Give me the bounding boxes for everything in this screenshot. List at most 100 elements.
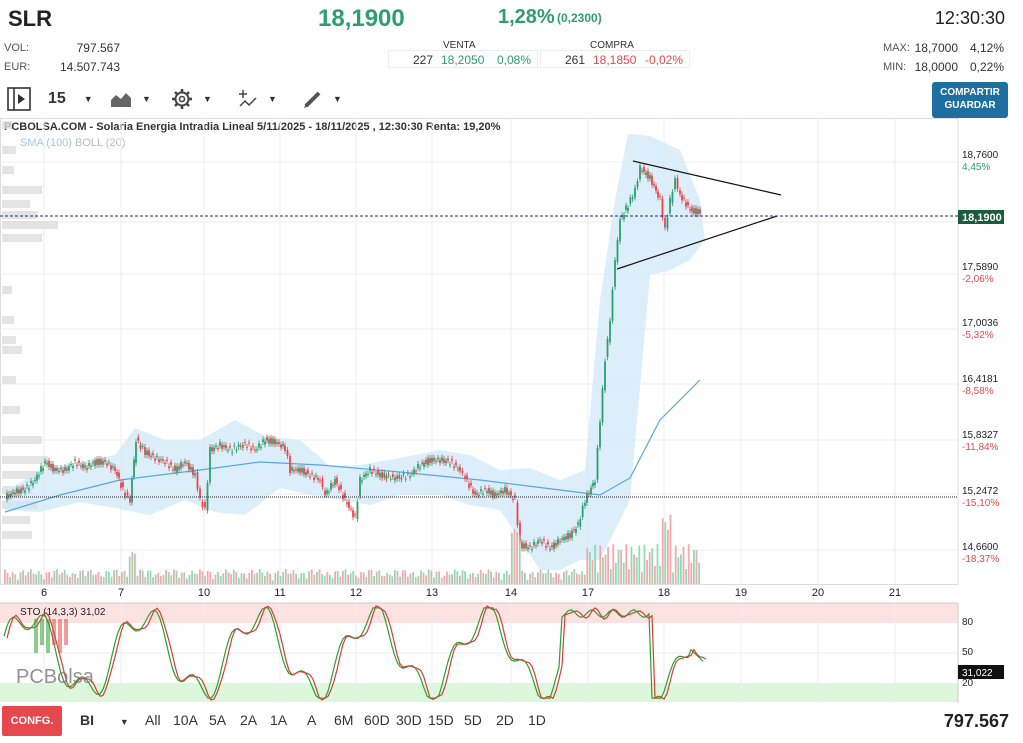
- candle-body: [676, 177, 679, 189]
- candle-body: [443, 458, 445, 463]
- range-5d[interactable]: 5D: [464, 712, 482, 728]
- volume-bar: [542, 573, 544, 584]
- volume-bar: [661, 518, 664, 584]
- candle-body: [76, 464, 78, 466]
- oversold-zone: [0, 683, 958, 702]
- candle-body: [679, 190, 681, 194]
- candle-body: [209, 447, 211, 483]
- volume-bar: [282, 571, 284, 584]
- range-5a[interactable]: 5A: [209, 712, 226, 728]
- candle-body: [411, 473, 413, 475]
- volume-bar: [521, 570, 524, 584]
- range-6m[interactable]: 6M: [334, 712, 353, 728]
- candle-body: [326, 490, 328, 494]
- candle-body: [623, 214, 625, 220]
- chevron-down-icon: ▼: [268, 94, 277, 104]
- candle-body: [531, 549, 533, 551]
- volume-bar: [451, 574, 453, 584]
- interval-select[interactable]: 15 ▼: [48, 86, 93, 112]
- candle-body: [445, 460, 447, 463]
- candle-body: [649, 175, 651, 179]
- range-15d[interactable]: 15D: [428, 712, 454, 728]
- candle-body: [186, 463, 188, 465]
- candle-body: [645, 172, 647, 175]
- volume-bar: [149, 570, 152, 584]
- volume-bar: [336, 570, 339, 584]
- save-label: GUARDAR: [944, 100, 996, 111]
- candle-body: [54, 467, 56, 471]
- range-10a[interactable]: 10A: [173, 712, 198, 728]
- range-all[interactable]: All: [145, 712, 161, 728]
- x-axis-label: 12: [350, 587, 362, 599]
- x-axis-label: 14: [505, 587, 517, 599]
- volume-bar: [539, 569, 542, 584]
- candle-body: [72, 465, 74, 469]
- candle-body: [498, 493, 500, 495]
- volume-bar: [32, 573, 35, 584]
- chart-type-select[interactable]: ▼: [110, 86, 151, 112]
- volume-profile-bar: [2, 531, 32, 539]
- volume-bar: [687, 544, 690, 584]
- range-a[interactable]: A: [307, 712, 316, 728]
- candle-body: [274, 439, 276, 445]
- volume-bar: [557, 574, 560, 584]
- candle-body: [476, 492, 478, 495]
- candle-body: [309, 476, 311, 478]
- volume-bar: [656, 544, 659, 584]
- candle-body: [653, 184, 655, 186]
- range-1d[interactable]: 1D: [528, 712, 546, 728]
- candle-body: [494, 492, 496, 496]
- volume-profile-bar: [2, 336, 16, 344]
- volume-bar: [409, 573, 412, 584]
- candle-body: [110, 465, 112, 470]
- price-chart[interactable]: 18,76004,45% 17,5890-2,06% 17,0036-5,32% 16…: [0, 118, 1023, 703]
- volume-bar: [422, 572, 425, 584]
- sell-qty: 227: [413, 53, 434, 67]
- volume-bar: [56, 569, 58, 584]
- area-chart-icon: [111, 93, 131, 107]
- candle-body: [160, 459, 162, 461]
- candle-body: [385, 475, 388, 480]
- candle-body: [539, 539, 541, 541]
- volume-bar: [648, 552, 651, 584]
- indicators-select[interactable]: ▼: [238, 86, 277, 112]
- volume-bar: [69, 576, 71, 584]
- watermark-mark: [52, 619, 56, 645]
- volume-bar: [310, 569, 313, 584]
- candle-body: [12, 491, 14, 494]
- volume-bar: [318, 569, 321, 584]
- candle-body: [239, 445, 242, 447]
- volume-bar: [529, 573, 531, 584]
- range-60d[interactable]: 60D: [364, 712, 390, 728]
- range-30d[interactable]: 30D: [396, 712, 422, 728]
- play-panel-button[interactable]: [6, 86, 32, 112]
- candle-body: [693, 208, 695, 214]
- volume-bar: [40, 574, 43, 584]
- volume-bar: [269, 573, 271, 584]
- candle-body: [346, 502, 348, 505]
- config-button[interactable]: CONFG.: [2, 706, 62, 736]
- drawing-tools-select[interactable]: ▼: [303, 86, 342, 112]
- candle-body: [22, 487, 24, 490]
- candle-body: [466, 475, 468, 480]
- price-axis-label: 15,2472: [962, 486, 999, 497]
- settings-select[interactable]: ▼: [171, 86, 212, 112]
- range-2a[interactable]: 2A: [240, 712, 257, 728]
- candle-body: [221, 444, 223, 449]
- candle-body: [604, 361, 606, 391]
- candle-body: [176, 466, 178, 473]
- bi-select[interactable]: BI ▼: [80, 712, 129, 728]
- candle-body: [135, 441, 137, 463]
- candle-body: [46, 463, 48, 465]
- volume-bar: [594, 544, 596, 584]
- range-2d[interactable]: 2D: [496, 712, 514, 728]
- candle-body: [235, 450, 238, 452]
- candle-body: [490, 490, 492, 495]
- volume-bar: [170, 575, 173, 584]
- share-save-button[interactable]: COMPARTIR GUARDAR: [932, 82, 1008, 118]
- x-axis-label: 11: [274, 587, 285, 599]
- eur-value: 14.507.743: [59, 60, 120, 74]
- volume-bar: [240, 573, 243, 584]
- candle-body: [98, 459, 100, 465]
- range-1a[interactable]: 1A: [270, 712, 287, 728]
